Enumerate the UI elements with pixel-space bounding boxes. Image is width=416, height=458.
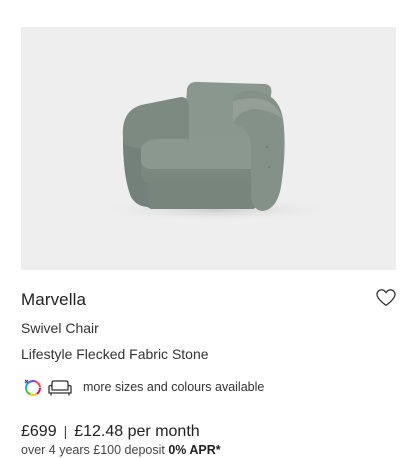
apr-text: 0% APR* [168,443,221,457]
product-image[interactable] [21,27,396,270]
colour-wheel-icon[interactable] [23,378,43,398]
product-title[interactable]: Marvella [21,290,86,310]
price-row: £699 | £12.48 per month [21,423,200,441]
heart-outline-icon[interactable] [376,289,398,309]
monthly-price: £12.48 per month [74,423,200,440]
options-link[interactable]: more sizes and colours available [83,380,264,394]
finance-terms: over 4 years £100 deposit 0% APR* [21,443,221,457]
finance-text: over 4 years £100 deposit [21,443,165,457]
product-type: Swivel Chair [21,320,99,336]
sofa-outline-icon[interactable] [47,378,73,398]
price-separator: | [63,423,68,439]
product-variant: Lifestyle Flecked Fabric Stone [21,346,209,362]
options-row[interactable]: more sizes and colours available [21,376,381,398]
swivel-chair-image [91,81,341,222]
price: £699 [21,423,57,440]
